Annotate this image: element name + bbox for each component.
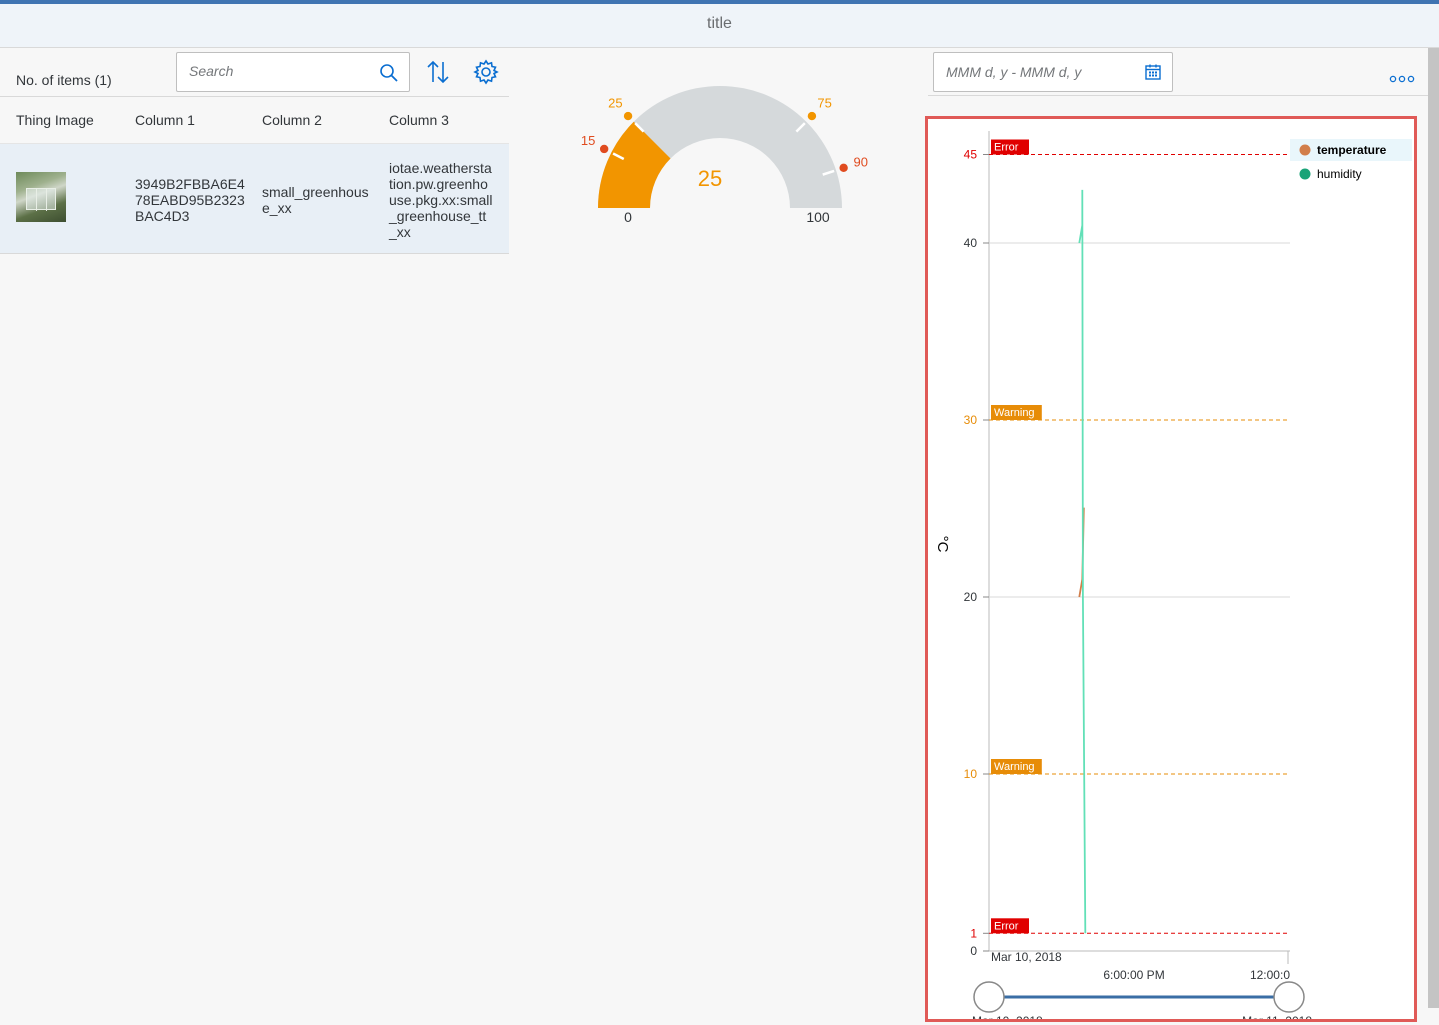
legend-marker	[1299, 168, 1311, 180]
gauge-threshold-label: 15	[581, 133, 595, 148]
settings-gear-icon[interactable]	[472, 58, 500, 86]
cell-line: use.pkg.xx:small	[389, 192, 493, 208]
column-header-3[interactable]: Column 3	[389, 112, 449, 128]
gauge-min-label: 0	[624, 209, 632, 225]
range-slider-start-handle	[973, 981, 1005, 1013]
shell-header: title	[0, 0, 1439, 48]
range-slider-end-handle	[1273, 981, 1305, 1013]
gauge-threshold-label: 75	[817, 95, 831, 110]
gauge-threshold-marker	[807, 111, 817, 121]
y-tick-label: 10	[964, 767, 978, 781]
legend-label: temperature	[1317, 143, 1387, 157]
x-tick-label: 12:00:0	[1250, 968, 1290, 982]
more-options-icon[interactable]	[1389, 72, 1415, 84]
search-input[interactable]	[189, 63, 369, 79]
gauge-threshold-label: 25	[608, 95, 622, 110]
line-chart: °C 0 10 20 30 40 45 1 Error Warning Warning Error te…	[934, 131, 1412, 1025]
column-header-2[interactable]: Column 2	[262, 112, 322, 128]
series-line-humidity	[1078, 189, 1087, 934]
y-tick-label: 45	[964, 148, 978, 162]
gauge-threshold-marker	[599, 144, 609, 154]
cell-line: small_greenhous	[262, 184, 369, 200]
gauge-threshold-marker	[623, 111, 633, 121]
x-tick-label: Mar 10, 2018	[991, 950, 1062, 964]
gauge-threshold-marker	[839, 163, 848, 173]
cell-line: iotae.weathersta	[389, 160, 492, 176]
sort-icon[interactable]	[424, 58, 452, 86]
threshold-label: Warning	[994, 407, 1035, 419]
range-end-label: Mar 11, 2018	[1242, 1014, 1312, 1019]
legend-marker	[1299, 144, 1311, 156]
table-row[interactable]: 3949B2FBBA6E4 78EABD95B2323 BAC4D3 small…	[0, 144, 509, 254]
gauge-max-label: 100	[806, 209, 830, 225]
column-header-1[interactable]: Column 1	[135, 112, 195, 128]
cell-line: _greenhouse_tt	[389, 208, 487, 224]
cell-column-3: iotae.weathersta tion.pw.greenho use.pkg…	[389, 160, 507, 240]
calendar-icon[interactable]	[1144, 63, 1162, 81]
divider	[928, 95, 1428, 96]
threshold-label: Error	[994, 142, 1019, 154]
page-title: title	[707, 15, 732, 32]
date-range-field[interactable]	[933, 52, 1173, 92]
threshold-label: Warning	[994, 761, 1035, 773]
gauge-value: 25	[698, 166, 722, 191]
cell-line: 3949B2FBBA6E4	[135, 176, 245, 192]
line-chart-container: °C 0 10 20 30 40 45 1 Error Warning Warning Error te…	[925, 116, 1417, 1025]
column-header-thing-image[interactable]: Thing Image	[16, 112, 94, 128]
cell-column-2: small_greenhous e_xx	[262, 184, 382, 216]
y-tick-label: 0	[970, 944, 977, 958]
range-start-label: Mar 10, 2018	[972, 1014, 1043, 1019]
y-axis-label: °C	[934, 536, 951, 553]
search-icon[interactable]	[379, 63, 399, 83]
cell-line: BAC4D3	[135, 208, 190, 224]
cell-column-1: 3949B2FBBA6E4 78EABD95B2323 BAC4D3	[135, 176, 255, 224]
cell-line: e_xx	[262, 200, 292, 216]
threshold-label: Error	[994, 920, 1019, 932]
thing-image	[16, 172, 66, 222]
y-tick-label: 30	[964, 413, 978, 427]
cell-line: tion.pw.greenho	[389, 176, 488, 192]
cell-line: _xx	[389, 224, 411, 240]
y-tick-label: 20	[964, 590, 978, 604]
cell-line: 78EABD95B2323	[135, 192, 245, 208]
y-tick-label: 1	[970, 926, 977, 940]
page-scrollbar[interactable]	[1428, 48, 1439, 1008]
radial-gauge: 15 25 75 90 25 0 100	[581, 85, 868, 225]
y-tick-label: 40	[964, 236, 978, 250]
legend-label: humidity	[1317, 167, 1362, 181]
gauge-threshold-label: 90	[854, 154, 868, 169]
search-field[interactable]	[176, 52, 410, 92]
date-range-input[interactable]	[946, 64, 1136, 80]
items-count: No. of items (1)	[16, 72, 112, 88]
x-tick-label: 6:00:00 PM	[1103, 968, 1164, 982]
table-header: Thing Image Column 1 Column 2 Column 3	[0, 96, 509, 144]
